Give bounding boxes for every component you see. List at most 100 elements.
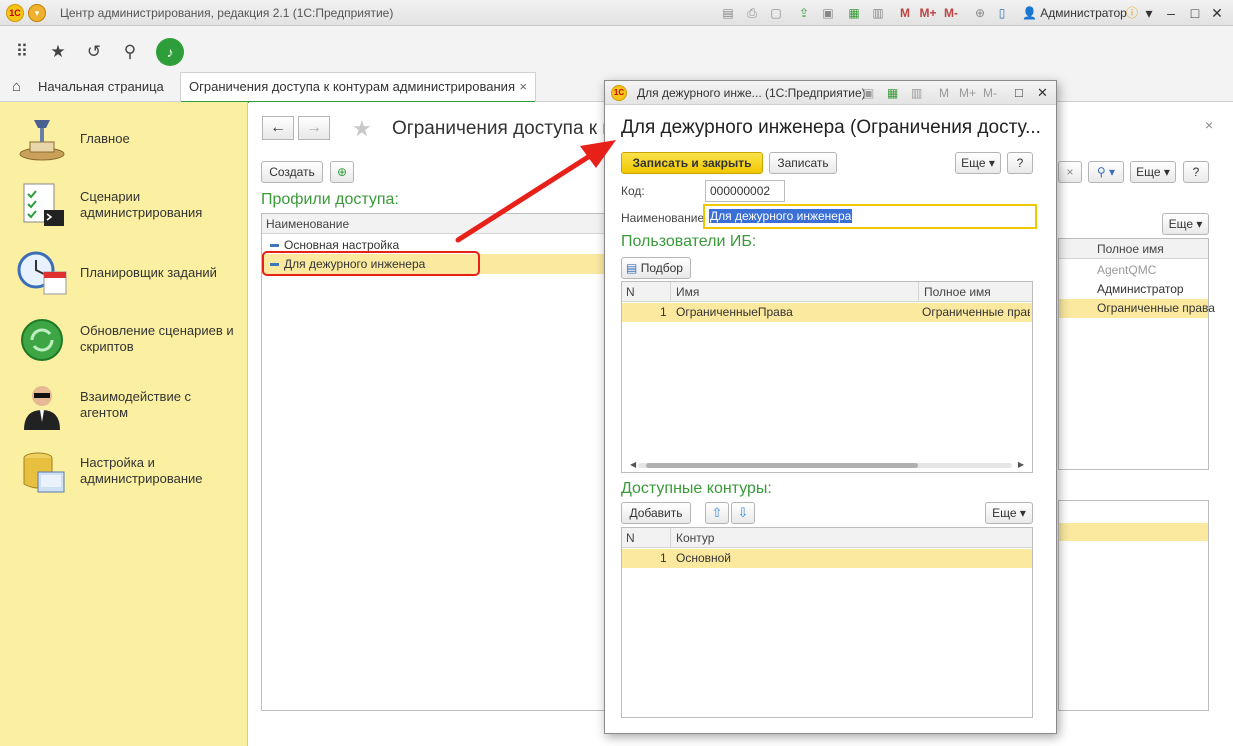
row-user-name: ОграниченныеПрава [676,305,793,319]
preview-icon[interactable]: ▢ [768,5,784,21]
table-row-selected[interactable]: Ограниченные права [1059,299,1215,318]
more-button-contours[interactable]: Еще ▾ [985,502,1033,524]
table-row[interactable]: AgentQMC [1059,261,1208,280]
close-dialog-icon[interactable]: ✕ [1037,85,1048,101]
annotation-highlight-box [262,251,480,276]
tab-close-icon[interactable]: × [519,73,527,101]
save-and-close-button[interactable]: Записать и закрыть [621,152,763,174]
contours-table-bg [1058,500,1209,711]
maximize-icon[interactable]: □ [1015,85,1023,101]
column-header-fullname[interactable]: Полное имя [924,282,991,302]
scroll-right-icon[interactable]: ▶ [1018,460,1024,469]
more-label: Еще [1136,165,1161,179]
code-field[interactable]: 000000002 [705,180,785,202]
close-window-icon[interactable]: ✕ [1206,3,1228,23]
current-user[interactable]: 👤 Администратор [1022,6,1127,20]
create-button[interactable]: Создать [261,161,323,183]
clock-calendar-icon [17,251,67,295]
notifications-bell-icon[interactable]: ♪ [156,38,184,66]
users-table-scrollbar[interactable]: ◀ ▶ [630,460,1024,469]
zoom-icon[interactable]: ⊕ [972,5,988,21]
table-row[interactable]: 1 ОграниченныеПрава Ограниченные права [622,303,1032,322]
column-separator [918,282,919,302]
table-row[interactable]: 1 Основной [622,549,1032,568]
attach-icon[interactable]: ▣ [863,85,874,101]
code-label: Код: [621,184,645,198]
column-header-fullname[interactable]: Полное имя [1059,239,1208,259]
more-label: Еще [1168,217,1194,231]
calendar-icon[interactable]: ▥ [870,5,886,21]
memory-mminus-button[interactable]: M- [983,85,997,101]
sidebar-item-label: Главное [80,131,130,146]
help-button-bg[interactable]: ? [1183,161,1209,183]
contours-section-title: Доступные контуры: [621,480,772,497]
memory-m-button[interactable]: M [939,85,949,101]
more-button-bg[interactable]: Еще ▾ [1130,161,1176,183]
send-icon[interactable]: ⇪ [796,5,812,21]
move-down-icon[interactable]: ⇩ [731,502,755,524]
calculator-icon[interactable]: ▦ [846,5,862,21]
memory-mplus-button[interactable]: M+ [959,85,976,101]
main-menu-icon[interactable]: ▾ [28,4,46,22]
column-header-n[interactable]: N [626,282,635,302]
column-header-name[interactable]: Имя [676,282,699,302]
more-label: Еще [961,156,986,170]
sidebar-item-settings[interactable]: Настройка и администрирование [16,448,240,498]
forward-button[interactable]: → [298,116,330,140]
name-field[interactable]: Для дежурного инженера [703,204,1037,229]
more-button-bg2[interactable]: Еще ▾ [1162,213,1209,235]
sidebar-item-scheduler[interactable]: Планировщик заданий [16,248,240,298]
pick-button[interactable]: ▤ Подбор [621,257,691,279]
attach-icon[interactable]: ▣ [820,5,836,21]
column-header-contour[interactable]: Контур [676,528,714,548]
form-close-icon[interactable]: × [1205,117,1213,133]
dialog-window-title: Для дежурного инже... (1С:Предприятие) [637,86,866,100]
dialog-heading: Для дежурного инженера (Ограничения дост… [621,117,1041,138]
dropdown-icon[interactable]: ▾ [1138,3,1160,23]
help-button[interactable]: ? [1007,152,1033,174]
history-icon[interactable]: ↺ [82,40,106,64]
print-icon[interactable]: ⎙ [744,5,760,21]
tab-access-restrictions[interactable]: Ограничения доступа к контурам администр… [180,72,536,103]
favorites-star-icon[interactable]: ★ [46,40,70,64]
panels-icon[interactable]: ▯ [994,5,1010,21]
memory-mminus-button[interactable]: M- [942,5,960,21]
apps-grid-icon[interactable]: ⠿ [10,40,34,64]
add-button[interactable]: Добавить [621,502,691,524]
clear-search-icon[interactable]: × [1058,161,1082,183]
table-row-selected[interactable] [1059,523,1208,541]
sidebar-item-label: Взаимодействие с агентом [80,389,192,420]
desk-lamp-icon [19,120,65,161]
scroll-left-icon[interactable]: ◀ [630,460,636,469]
sidebar-item-agent[interactable]: Взаимодействие с агентом [16,382,240,432]
maximize-icon[interactable]: □ [1184,3,1206,23]
sidebar-item-updates[interactable]: Обновление сценариев и скриптов [16,316,240,366]
save-icon[interactable]: ▤ [720,5,736,21]
name-label: Наименование: [621,211,708,225]
more-button[interactable]: Еще ▾ [955,152,1001,174]
table-row[interactable]: Администратор [1059,280,1208,299]
memory-mplus-button[interactable]: M+ [918,5,938,21]
minimize-icon[interactable]: – [1160,3,1182,23]
contours-table-header: N Контур [622,528,1032,548]
window-title: Центр администрирования, редакция 2.1 (1… [60,6,394,20]
back-button[interactable]: ← [262,116,294,140]
save-button[interactable]: Записать [769,152,837,174]
column-header-name[interactable]: Наименование [262,214,605,234]
column-header-n[interactable]: N [626,528,635,548]
search-icon[interactable]: ⚲ [118,40,142,64]
users-table-bg: Полное имя AgentQMC Администратор Ограни… [1058,238,1215,470]
tab-home[interactable]: ⌂ Начальная страница [10,76,164,98]
calculator-icon[interactable]: ▦ [887,85,898,101]
favorite-star-icon[interactable]: ★ [352,116,372,142]
move-up-icon[interactable]: ⇧ [705,502,729,524]
memory-m-button[interactable]: M [898,5,912,21]
sidebar-item-scenarios[interactable]: Сценарии администрирования [16,182,240,232]
calendar-icon[interactable]: ▥ [911,85,922,101]
search-dropdown-button[interactable]: ⚲ ▾ [1088,161,1124,183]
copy-doc-icon[interactable]: ⊕ [330,161,354,183]
more-label: Еще [992,506,1017,520]
scroll-thumb[interactable] [646,463,918,468]
sidebar-item-main[interactable]: Главное [16,114,240,164]
1c-logo-icon: 1С [611,85,627,101]
